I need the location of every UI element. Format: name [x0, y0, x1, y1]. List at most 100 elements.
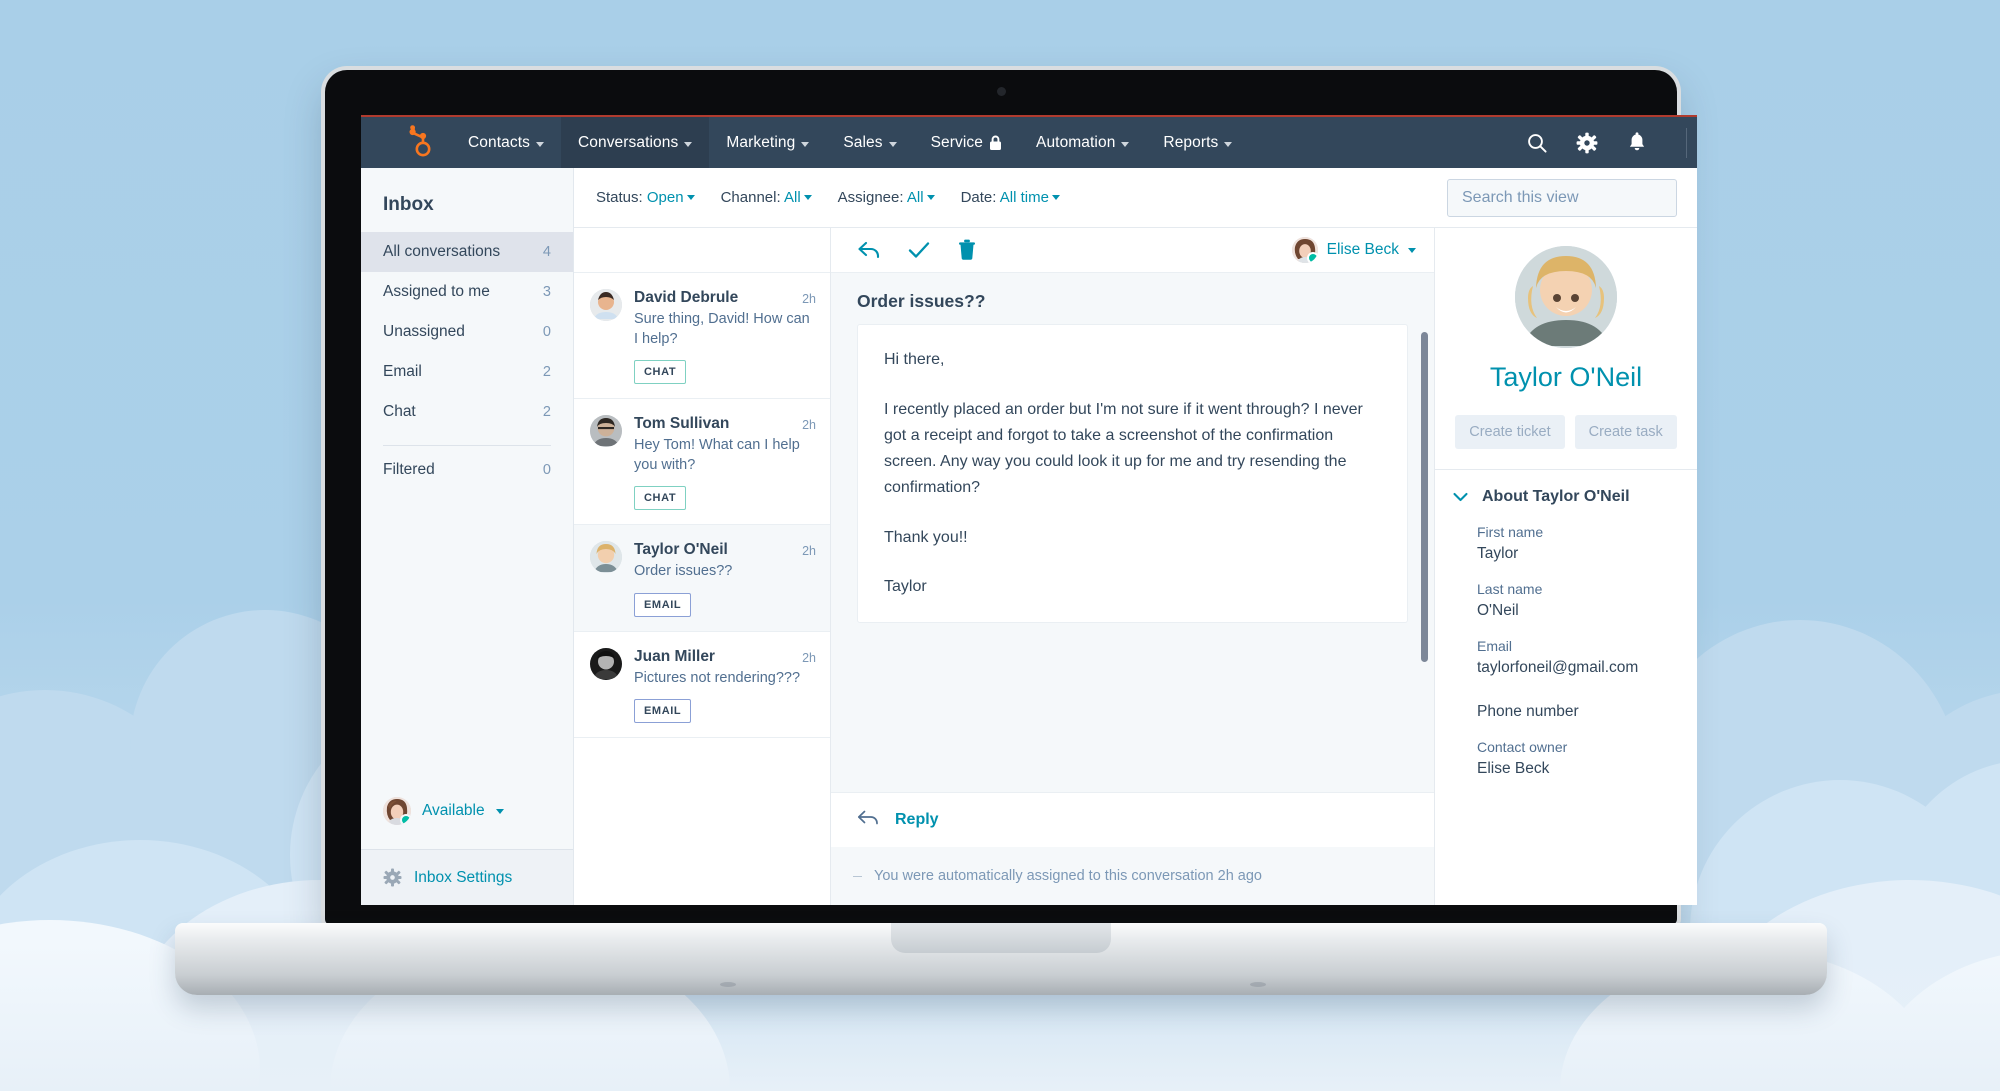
- property-value[interactable]: Elise Beck: [1477, 760, 1697, 778]
- assignee-selector[interactable]: Elise Beck: [1291, 237, 1416, 263]
- sidebar-item-label: Unassigned: [383, 323, 465, 340]
- chevron-down-icon: [686, 195, 695, 200]
- avatar: [590, 541, 622, 574]
- conversation-time: 2h: [802, 650, 816, 665]
- chevron-down-icon: [1051, 195, 1060, 200]
- create-task-button[interactable]: Create task: [1574, 415, 1677, 449]
- thread-scrollbar[interactable]: [1421, 332, 1428, 662]
- conversation-list-item[interactable]: Taylor O'Neil 2h Order issues?? EMAIL: [574, 525, 830, 632]
- laptop-mockup: Contacts Conversations Marketing Sales S…: [175, 70, 1827, 995]
- chevron-down-icon: [1121, 141, 1130, 147]
- hubspot-logo-icon[interactable]: [401, 124, 437, 161]
- message-paragraph: Thank you!!: [884, 528, 968, 546]
- filter-assignee[interactable]: Assignee: All: [838, 189, 935, 206]
- nav-items: Contacts Conversations Marketing Sales S…: [451, 117, 1249, 168]
- nav-label: Conversations: [577, 133, 679, 151]
- filter-date-name: Date: [960, 189, 993, 206]
- thread-toolbar: Elise Beck: [831, 228, 1434, 273]
- top-navigation-bar: Contacts Conversations Marketing Sales S…: [361, 115, 1697, 168]
- avatar: [383, 797, 411, 825]
- conversation-preview: Pictures not rendering???: [634, 669, 801, 686]
- conversation-list-item[interactable]: Tom Sullivan 2h Hey Tom! What can I help…: [574, 399, 830, 526]
- thread-scroll-area: Hi there, I recently placed an order but…: [831, 324, 1434, 792]
- conversation-thread: Elise Beck Order issues?? Hi there, I re…: [831, 228, 1435, 905]
- reply-icon: [857, 809, 879, 831]
- nav-item-automation[interactable]: Automation: [1019, 117, 1146, 168]
- sidebar-item-assigned-to-me[interactable]: Assigned to me 3: [361, 272, 573, 312]
- contact-actions: Create ticket Create task: [1455, 415, 1677, 469]
- filter-date[interactable]: Date: All time: [961, 189, 1060, 206]
- nav-label: Service: [930, 133, 983, 151]
- chevron-down-icon: [926, 195, 935, 200]
- assignment-notice: You were automatically assigned to this …: [831, 847, 1434, 905]
- nav-label: Automation: [1036, 133, 1116, 151]
- trash-icon[interactable]: [957, 239, 979, 261]
- agent-status-selector[interactable]: Available: [361, 783, 573, 849]
- nav-item-reports[interactable]: Reports: [1146, 117, 1249, 168]
- inbox-settings-button[interactable]: Inbox Settings: [361, 849, 573, 905]
- reply-button-label: Reply: [895, 811, 939, 828]
- reply-bar[interactable]: Reply: [831, 792, 1434, 847]
- conversation-preview: Sure thing, David! How can I help?: [634, 311, 810, 347]
- inbox-sidebar: Inbox All conversations 4 Assigned to me…: [361, 168, 574, 905]
- search-icon[interactable]: [1526, 132, 1548, 154]
- conversation-list[interactable]: David Debrule 2h Sure thing, David! How …: [574, 228, 831, 905]
- main-column: Status: Open Channel: All Assignee: All: [574, 168, 1697, 905]
- chevron-down-icon: [1408, 247, 1416, 253]
- filter-assignee-name: Assignee: [837, 189, 900, 206]
- online-status-dot: [400, 814, 411, 825]
- bell-icon[interactable]: [1626, 131, 1648, 154]
- avatar: [1515, 246, 1617, 348]
- message-paragraph: Hi there,: [884, 351, 945, 368]
- sidebar-item-chat[interactable]: Chat 2: [361, 392, 573, 432]
- webcam: [997, 87, 1006, 96]
- filter-channel-name: Channel: [720, 189, 777, 206]
- check-icon[interactable]: [907, 239, 930, 261]
- about-section-header[interactable]: About Taylor O'Neil: [1435, 469, 1697, 520]
- sidebar-item-unassigned[interactable]: Unassigned 0: [361, 312, 573, 352]
- sidebar-title: Inbox: [383, 194, 434, 215]
- channel-tag: CHAT: [634, 486, 687, 511]
- sidebar-item-all-conversations[interactable]: All conversations 4: [361, 232, 573, 272]
- nav-item-marketing[interactable]: Marketing: [709, 117, 826, 168]
- nav-item-conversations[interactable]: Conversations: [560, 117, 710, 168]
- nav-divider: [1686, 127, 1687, 158]
- sidebar-item-label: Email: [383, 363, 422, 380]
- gear-icon[interactable]: [1576, 132, 1598, 154]
- nav-item-sales[interactable]: Sales: [826, 117, 913, 168]
- contact-hero: Taylor O'Neil Create ticket Create task: [1435, 228, 1697, 469]
- search-input[interactable]: Search this view: [1447, 178, 1677, 217]
- conversation-time: 2h: [802, 292, 816, 306]
- contact-property: First name Taylor: [1477, 524, 1697, 563]
- contact-properties: First name Taylor Last name O'Neil Email: [1435, 520, 1697, 796]
- laptop-trackpad-notch: [891, 923, 1111, 953]
- filter-assignee-value: All: [906, 189, 924, 206]
- nav-item-contacts[interactable]: Contacts: [451, 117, 561, 168]
- sidebar-item-label: Filtered: [383, 461, 435, 478]
- chevron-down-icon: [803, 195, 812, 200]
- property-value[interactable]: Taylor: [1477, 545, 1697, 563]
- reply-icon[interactable]: [857, 239, 880, 261]
- conversation-list-item[interactable]: David Debrule 2h Sure thing, David! How …: [574, 273, 830, 400]
- avatar: [590, 415, 622, 448]
- inbox-settings-label: Inbox Settings: [414, 868, 513, 886]
- divider-dash: [853, 875, 862, 877]
- conversation-list-item[interactable]: Juan Miller 2h Pictures not rendering???…: [574, 632, 830, 739]
- online-status-dot: [1306, 252, 1318, 263]
- sidebar-item-count: 2: [542, 364, 551, 380]
- chevron-down-icon: [888, 141, 897, 147]
- property-value[interactable]: O'Neil: [1477, 602, 1697, 620]
- nav-item-service[interactable]: Service: [914, 117, 1019, 168]
- filter-channel-value: All: [783, 189, 801, 206]
- property-value[interactable]: taylorfoneil@gmail.com: [1477, 659, 1697, 677]
- conversation-body: Tom Sullivan 2h Hey Tom! What can I help…: [634, 415, 816, 511]
- filter-channel[interactable]: Channel: All: [721, 189, 812, 206]
- sidebar-item-email[interactable]: Email 2: [361, 352, 573, 392]
- sidebar-item-filtered[interactable]: Filtered 0: [361, 450, 573, 490]
- create-ticket-button[interactable]: Create ticket: [1455, 415, 1565, 449]
- filter-status[interactable]: Status: Open: [596, 189, 695, 206]
- conversation-body: Juan Miller 2h Pictures not rendering???…: [634, 648, 816, 724]
- channel-tag: CHAT: [634, 360, 687, 385]
- avatar: [1291, 237, 1318, 263]
